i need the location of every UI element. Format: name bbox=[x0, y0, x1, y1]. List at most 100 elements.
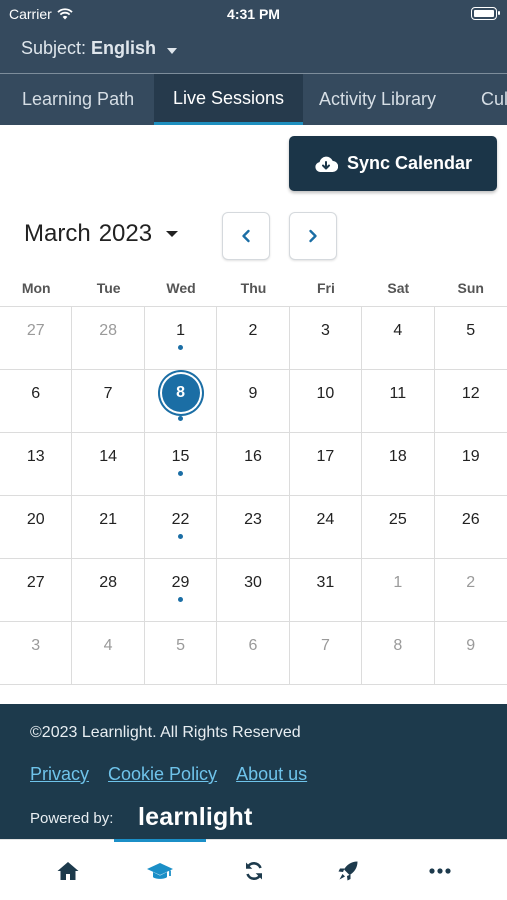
nav-sync[interactable] bbox=[208, 840, 300, 900]
calendar-day-number: 3 bbox=[31, 637, 41, 654]
sync-calendar-button[interactable]: Sync Calendar bbox=[289, 136, 497, 191]
calendar-day-cell[interactable]: 10 bbox=[289, 370, 363, 433]
nav-home[interactable] bbox=[22, 840, 114, 900]
session-indicator-dot bbox=[178, 534, 184, 539]
more-icon bbox=[429, 867, 451, 874]
weekday-label: Wed bbox=[166, 280, 196, 296]
calendar-day-number: 24 bbox=[316, 511, 335, 528]
weekday-label: Fri bbox=[316, 280, 335, 296]
calendar-day-cell[interactable]: 4 bbox=[72, 622, 145, 685]
calendar-day-cell[interactable]: 1 bbox=[362, 559, 435, 622]
subject-selector[interactable]: Subject: English bbox=[21, 38, 178, 59]
weekday-label: Mon bbox=[21, 280, 51, 296]
session-indicator-dot bbox=[178, 416, 184, 421]
calendar-day-cell[interactable]: 2 bbox=[217, 307, 290, 370]
calendar-day-number: 28 bbox=[99, 574, 118, 591]
next-month-button[interactable] bbox=[289, 212, 337, 260]
calendar-day-number: 29 bbox=[171, 574, 190, 591]
calendar-day-number: 6 bbox=[248, 637, 258, 654]
calendar-day-cell[interactable]: 25 bbox=[362, 496, 435, 559]
calendar-day-cell[interactable]: 15 bbox=[144, 433, 218, 496]
calendar-day-cell[interactable]: 20 bbox=[0, 496, 73, 559]
calendar-day-number: 27 bbox=[26, 322, 45, 339]
calendar-day-number: 19 bbox=[461, 448, 480, 465]
calendar-day-cell[interactable]: 2 bbox=[434, 559, 507, 622]
caret-down-icon bbox=[167, 47, 178, 54]
footer-links: Privacy Cookie Policy About us bbox=[30, 764, 307, 785]
calendar-day-cell[interactable]: 8 bbox=[362, 622, 435, 685]
calendar-day-cell[interactable]: 18 bbox=[362, 433, 435, 496]
nav-more[interactable] bbox=[394, 840, 486, 900]
chevron-left-icon bbox=[242, 229, 250, 243]
graduation-cap-icon bbox=[147, 862, 173, 879]
privacy-link[interactable]: Privacy bbox=[30, 764, 89, 785]
calendar-day-cell[interactable]: 13 bbox=[0, 433, 73, 496]
nav-rocket[interactable] bbox=[302, 840, 394, 900]
month-selector[interactable]: March 2023 bbox=[24, 220, 179, 248]
calendar-day-cell[interactable]: 27 bbox=[0, 559, 73, 622]
calendar-day-number: 4 bbox=[103, 637, 113, 654]
calendar-day-cell[interactable]: 3 bbox=[0, 622, 73, 685]
calendar-day-cell[interactable]: 27 bbox=[0, 307, 73, 370]
calendar-day-cell[interactable]: 23 bbox=[217, 496, 290, 559]
calendar-day-cell[interactable]: 5 bbox=[434, 307, 507, 370]
calendar-day-number: 9 bbox=[466, 637, 476, 654]
calendar-day-number: 18 bbox=[388, 448, 407, 465]
calendar-day-number: 8 bbox=[161, 374, 200, 412]
calendar-day-cell[interactable]: 11 bbox=[362, 370, 435, 433]
calendar-day-cell[interactable]: 19 bbox=[434, 433, 507, 496]
calendar-day-number: 27 bbox=[26, 574, 45, 591]
calendar-day-cell[interactable]: 9 bbox=[217, 370, 290, 433]
calendar-day-cell[interactable]: 3 bbox=[289, 307, 363, 370]
tab-culture[interactable]: Cul bbox=[462, 74, 507, 125]
weekday-label: Sun bbox=[457, 280, 484, 296]
calendar-day-cell[interactable]: 28 bbox=[72, 307, 145, 370]
tab-live-sessions[interactable]: Live Sessions bbox=[154, 74, 304, 125]
calendar-day-cell[interactable]: 6 bbox=[0, 370, 73, 433]
calendar-day-number: 15 bbox=[171, 448, 190, 465]
calendar-day-cell[interactable]: 28 bbox=[72, 559, 145, 622]
subject-label: Subject: bbox=[21, 38, 87, 58]
calendar-day-cell[interactable]: 22 bbox=[144, 496, 218, 559]
calendar-day-number: 4 bbox=[393, 322, 403, 339]
calendar-day-number: 5 bbox=[176, 637, 185, 654]
calendar-day-number: 31 bbox=[316, 574, 335, 591]
calendar-day-cell[interactable]: 5 bbox=[144, 622, 218, 685]
calendar-day-cell[interactable]: 30 bbox=[217, 559, 290, 622]
weekday-label: Tue bbox=[96, 280, 121, 296]
cloud-download-icon bbox=[315, 156, 338, 172]
status-bar: Carrier 4:31 PM bbox=[0, 0, 507, 28]
calendar-day-cell[interactable]: 12 bbox=[434, 370, 507, 433]
calendar-day-cell[interactable]: 7 bbox=[72, 370, 145, 433]
nav-learning[interactable] bbox=[114, 839, 206, 900]
calendar-day-cell[interactable]: 6 bbox=[217, 622, 290, 685]
calendar-day-cell[interactable]: 31 bbox=[289, 559, 363, 622]
calendar-day-number: 20 bbox=[26, 511, 45, 528]
calendar-day-number: 26 bbox=[461, 511, 480, 528]
calendar-day-cell[interactable]: 7 bbox=[289, 622, 363, 685]
about-us-link[interactable]: About us bbox=[236, 764, 307, 785]
calendar-day-cell[interactable]: 14 bbox=[72, 433, 145, 496]
calendar-day-cell[interactable]: 24 bbox=[289, 496, 363, 559]
calendar-day-cell[interactable]: 26 bbox=[434, 496, 507, 559]
chevron-right-icon bbox=[309, 229, 317, 243]
calendar-day-cell[interactable]: 16 bbox=[217, 433, 290, 496]
calendar-day-cell[interactable]: 4 bbox=[362, 307, 435, 370]
learnlight-logo: learnlight bbox=[138, 803, 253, 831]
cookie-policy-link[interactable]: Cookie Policy bbox=[108, 764, 217, 785]
calendar-day-number: 10 bbox=[316, 385, 335, 402]
calendar-day-cell[interactable]: 29 bbox=[144, 559, 218, 622]
calendar-day-cell-selected[interactable]: 8 bbox=[144, 370, 218, 433]
session-indicator-dot bbox=[178, 471, 184, 476]
calendar-day-cell[interactable]: 1 bbox=[144, 307, 218, 370]
calendar-day-cell[interactable]: 9 bbox=[434, 622, 507, 685]
calendar-day-cell[interactable]: 21 bbox=[72, 496, 145, 559]
tab-learning-path[interactable]: Learning Path bbox=[3, 74, 153, 125]
tab-activity-library[interactable]: Activity Library bbox=[300, 74, 455, 125]
month-label: March bbox=[24, 220, 91, 247]
previous-month-button[interactable] bbox=[222, 212, 270, 260]
calendar-day-number: 3 bbox=[320, 322, 330, 339]
calendar-day-cell[interactable]: 17 bbox=[289, 433, 363, 496]
calendar-day-number: 22 bbox=[171, 511, 190, 528]
calendar-day-number: 9 bbox=[248, 385, 258, 402]
